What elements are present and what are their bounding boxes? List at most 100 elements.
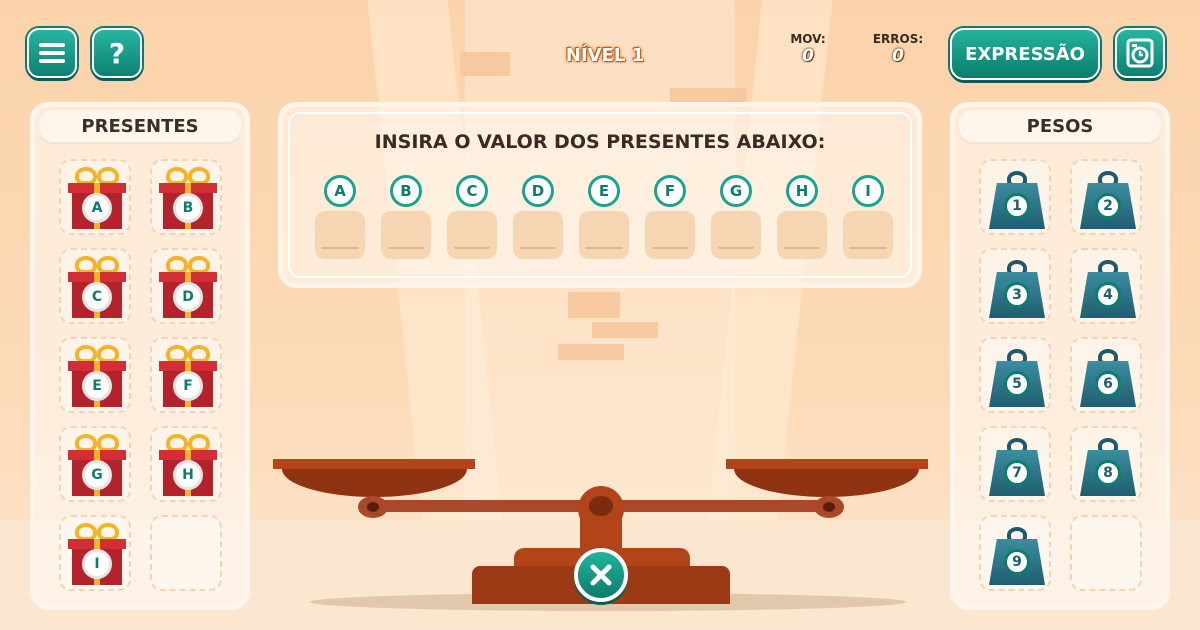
wall-brick <box>568 292 620 318</box>
weight-value: 5 <box>1004 371 1030 397</box>
wall-brick <box>592 322 658 338</box>
gift-label: H <box>173 460 203 490</box>
weight-slot: 1 <box>979 159 1051 235</box>
gift-label: I <box>82 549 112 579</box>
weight-slot: 5 <box>979 337 1051 413</box>
gift-slot: G <box>59 426 131 502</box>
gift-label: B <box>173 193 203 223</box>
gift-slot: I <box>59 515 131 591</box>
gift-letter-f: F <box>654 175 686 207</box>
weight-value: 3 <box>1004 282 1030 308</box>
gift-e[interactable]: E <box>68 343 126 409</box>
weight-value: 9 <box>1004 549 1030 575</box>
weight-value: 6 <box>1095 371 1121 397</box>
gift-b[interactable]: B <box>159 165 217 231</box>
gift-a[interactable]: A <box>68 165 126 231</box>
weight-8[interactable]: 8 <box>1080 438 1136 496</box>
moves-value: 0 <box>802 46 814 66</box>
gift-c[interactable]: C <box>68 254 126 320</box>
gift-slot: C <box>59 248 131 324</box>
gift-letter-e: E <box>588 175 620 207</box>
wall-brick <box>670 88 746 102</box>
weight-value: 7 <box>1004 460 1030 486</box>
gift-label: D <box>173 282 203 312</box>
help-button[interactable]: ? <box>92 28 142 78</box>
left-pan-rim[interactable] <box>273 459 475 469</box>
gift-slot: F <box>150 337 222 413</box>
weight-value: 2 <box>1095 193 1121 219</box>
answer-panel-title: INSIRA O VALOR DOS PRESENTES ABAIXO: <box>374 131 826 153</box>
weight-9[interactable]: 9 <box>989 527 1045 585</box>
gift-letter-b: B <box>390 175 422 207</box>
wall-brick <box>558 344 624 360</box>
errors-counter: ERROS: 0 <box>868 32 928 66</box>
moves-label: MOV: <box>790 32 826 46</box>
gifts-panel-title: PRESENTES <box>39 110 241 142</box>
gifts-panel: PRESENTES A B C D E F G H I <box>30 102 250 610</box>
value-input-d[interactable] <box>513 211 563 259</box>
gift-letter-d: D <box>522 175 554 207</box>
gift-slot: H <box>150 426 222 502</box>
gift-g[interactable]: G <box>68 432 126 498</box>
value-input-e[interactable] <box>579 211 629 259</box>
value-input-f[interactable] <box>645 211 695 259</box>
gift-label: G <box>82 460 112 490</box>
gift-label: A <box>82 193 112 223</box>
errors-value: 0 <box>892 46 904 66</box>
weight-5[interactable]: 5 <box>989 349 1045 407</box>
weight-slot: 6 <box>1070 337 1142 413</box>
gift-letter-h: H <box>786 175 818 207</box>
gift-d[interactable]: D <box>159 254 217 320</box>
value-input-i[interactable] <box>843 211 893 259</box>
value-input-a[interactable] <box>315 211 365 259</box>
weight-slot: 7 <box>979 426 1051 502</box>
moves-counter: MOV: 0 <box>778 32 838 66</box>
level-title: NÍVEL 1 <box>565 44 645 66</box>
value-input-b[interactable] <box>381 211 431 259</box>
value-input-g[interactable] <box>711 211 761 259</box>
timer-button[interactable] <box>1115 28 1165 78</box>
weight-slot: 3 <box>979 248 1051 324</box>
gift-label: C <box>82 282 112 312</box>
value-input-c[interactable] <box>447 211 497 259</box>
reset-scale-button[interactable] <box>574 548 628 602</box>
close-icon <box>590 564 612 586</box>
gift-letter-g: G <box>720 175 752 207</box>
weight-value: 8 <box>1095 460 1121 486</box>
right-pan-rim[interactable] <box>726 459 928 469</box>
answer-panel: INSIRA O VALOR DOS PRESENTES ABAIXO: A B C… <box>278 102 922 288</box>
weights-panel-title: PESOS <box>959 110 1161 142</box>
weight-1[interactable]: 1 <box>989 171 1045 229</box>
weight-slot: 8 <box>1070 426 1142 502</box>
weight-2[interactable]: 2 <box>1080 171 1136 229</box>
weight-4[interactable]: 4 <box>1080 260 1136 318</box>
gift-slot: E <box>59 337 131 413</box>
weight-slot: 2 <box>1070 159 1142 235</box>
menu-icon <box>39 43 65 63</box>
gift-letter-i: I <box>852 175 884 207</box>
help-icon: ? <box>108 36 126 70</box>
weight-slot: 9 <box>979 515 1051 591</box>
gift-h[interactable]: H <box>159 432 217 498</box>
empty-gift-slot[interactable] <box>150 515 222 591</box>
menu-button[interactable] <box>27 28 77 78</box>
weight-7[interactable]: 7 <box>989 438 1045 496</box>
errors-label: ERROS: <box>872 32 924 46</box>
gift-i[interactable]: I <box>68 521 126 587</box>
gift-f[interactable]: F <box>159 343 217 409</box>
gift-slot: A <box>59 159 131 235</box>
weight-3[interactable]: 3 <box>989 260 1045 318</box>
empty-weight-slot[interactable] <box>1070 515 1142 591</box>
gift-letter-a: A <box>324 175 356 207</box>
weight-6[interactable]: 6 <box>1080 349 1136 407</box>
value-input-h[interactable] <box>777 211 827 259</box>
gift-slot: B <box>150 159 222 235</box>
weights-panel: PESOS 1 2 3 4 5 6 7 8 9 <box>950 102 1170 610</box>
weight-value: 1 <box>1004 193 1030 219</box>
expression-button[interactable]: EXPRESSÃO <box>950 28 1100 80</box>
weight-value: 4 <box>1095 282 1121 308</box>
gift-label: F <box>173 371 203 401</box>
gift-label: E <box>82 371 112 401</box>
timer-icon <box>1126 38 1154 68</box>
weight-slot: 4 <box>1070 248 1142 324</box>
